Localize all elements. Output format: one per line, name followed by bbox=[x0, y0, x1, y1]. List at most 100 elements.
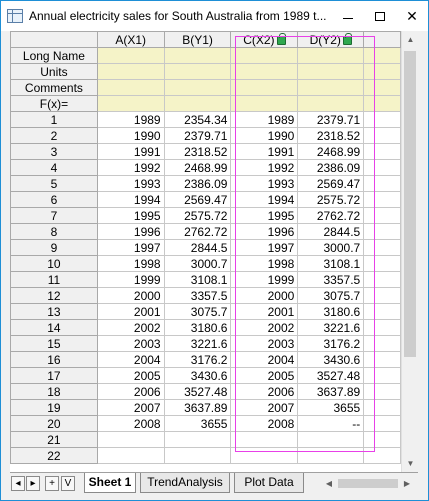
row-number[interactable]: 3 bbox=[10, 143, 98, 160]
label-cell[interactable] bbox=[363, 79, 401, 96]
row-number[interactable]: 7 bbox=[10, 207, 98, 224]
data-cell[interactable]: 2006 bbox=[230, 383, 299, 400]
data-cell[interactable]: 3655 bbox=[297, 399, 365, 416]
data-cell[interactable] bbox=[363, 383, 401, 400]
data-cell[interactable]: 2000 bbox=[230, 287, 299, 304]
corner-cell[interactable] bbox=[10, 31, 98, 48]
row-number[interactable]: 5 bbox=[10, 175, 98, 192]
data-cell[interactable]: 1996 bbox=[230, 223, 299, 240]
resize-grip[interactable] bbox=[418, 472, 428, 494]
column-header-a[interactable]: A(X1) bbox=[96, 31, 165, 48]
close-button[interactable]: ✕ bbox=[396, 1, 428, 31]
data-cell[interactable]: 3108.1 bbox=[297, 255, 365, 272]
data-cell[interactable] bbox=[363, 175, 401, 192]
label-cell[interactable] bbox=[230, 95, 299, 112]
label-cell[interactable] bbox=[230, 63, 299, 80]
data-cell[interactable]: 3075.7 bbox=[297, 287, 365, 304]
label-cell[interactable] bbox=[163, 95, 232, 112]
data-cell[interactable]: 1994 bbox=[96, 191, 165, 208]
data-cell[interactable]: 2379.71 bbox=[163, 127, 232, 144]
data-cell[interactable]: 1996 bbox=[96, 223, 165, 240]
label-cell[interactable] bbox=[163, 63, 232, 80]
data-cell[interactable]: 3655 bbox=[163, 415, 232, 432]
data-cell[interactable] bbox=[230, 447, 299, 464]
data-cell[interactable]: 1989 bbox=[230, 111, 299, 128]
data-cell[interactable]: 2318.52 bbox=[163, 143, 232, 160]
data-cell[interactable]: 3527.48 bbox=[297, 367, 365, 384]
data-cell[interactable]: 3176.2 bbox=[163, 351, 232, 368]
data-cell[interactable]: 3221.6 bbox=[163, 335, 232, 352]
vertical-scrollbar[interactable]: ▲ ▼ bbox=[401, 31, 418, 472]
label-cell[interactable] bbox=[297, 47, 365, 64]
data-cell[interactable]: 2003 bbox=[230, 335, 299, 352]
data-cell[interactable]: 1992 bbox=[96, 159, 165, 176]
label-cell[interactable] bbox=[363, 47, 401, 64]
data-cell[interactable]: 1997 bbox=[96, 239, 165, 256]
row-number[interactable]: 20 bbox=[10, 415, 98, 432]
worksheet-grid[interactable]: A(X1) B(Y1) C(X2) D(Y2) Long Name Units Co… bbox=[10, 31, 401, 472]
data-cell[interactable]: 2318.52 bbox=[297, 127, 365, 144]
row-number[interactable]: 22 bbox=[10, 447, 98, 464]
label-cell[interactable] bbox=[163, 47, 232, 64]
label-cell[interactable] bbox=[230, 47, 299, 64]
data-cell[interactable]: 2007 bbox=[230, 399, 299, 416]
data-cell[interactable]: 2000 bbox=[96, 287, 165, 304]
data-cell[interactable]: 2008 bbox=[230, 415, 299, 432]
row-number[interactable]: 6 bbox=[10, 191, 98, 208]
data-cell[interactable]: 2004 bbox=[96, 351, 165, 368]
data-cell[interactable]: 2005 bbox=[230, 367, 299, 384]
label-cell[interactable] bbox=[230, 79, 299, 96]
scroll-left-icon[interactable]: ◀ bbox=[322, 476, 336, 491]
column-header-b[interactable]: B(Y1) bbox=[163, 31, 232, 48]
data-cell[interactable] bbox=[363, 111, 401, 128]
data-cell[interactable]: 3180.6 bbox=[163, 319, 232, 336]
data-cell[interactable]: 2575.72 bbox=[163, 207, 232, 224]
scroll-right-icon[interactable]: ▶ bbox=[400, 476, 414, 491]
tab-plot-data[interactable]: Plot Data bbox=[234, 473, 304, 493]
data-cell[interactable]: 2569.47 bbox=[163, 191, 232, 208]
data-cell[interactable]: 1989 bbox=[96, 111, 165, 128]
data-cell[interactable]: 1990 bbox=[230, 127, 299, 144]
scroll-up-icon[interactable]: ▲ bbox=[402, 31, 419, 48]
data-cell[interactable]: 2569.47 bbox=[297, 175, 365, 192]
data-cell[interactable]: 3075.7 bbox=[163, 303, 232, 320]
data-cell[interactable] bbox=[297, 447, 365, 464]
horizontal-scroll-thumb[interactable] bbox=[338, 479, 398, 488]
data-cell[interactable]: 3000.7 bbox=[297, 239, 365, 256]
data-cell[interactable]: 2006 bbox=[96, 383, 165, 400]
data-cell[interactable]: 2003 bbox=[96, 335, 165, 352]
data-cell[interactable] bbox=[96, 447, 165, 464]
data-cell[interactable] bbox=[363, 127, 401, 144]
data-cell[interactable]: 1991 bbox=[230, 143, 299, 160]
vertical-scroll-thumb[interactable] bbox=[404, 51, 416, 357]
scroll-down-icon[interactable]: ▼ bbox=[402, 455, 419, 472]
row-number[interactable]: 16 bbox=[10, 351, 98, 368]
label-cell[interactable] bbox=[96, 79, 165, 96]
row-number[interactable]: 14 bbox=[10, 319, 98, 336]
sheet-menu-button[interactable]: V bbox=[61, 476, 75, 491]
column-header-d[interactable]: D(Y2) bbox=[297, 31, 365, 48]
tab-trend-analysis[interactable]: TrendAnalysis bbox=[140, 473, 230, 493]
data-cell[interactable]: 1999 bbox=[230, 271, 299, 288]
row-number[interactable]: 17 bbox=[10, 367, 98, 384]
row-number[interactable]: 8 bbox=[10, 223, 98, 240]
label-row-header[interactable]: Units bbox=[10, 63, 98, 80]
data-cell[interactable] bbox=[363, 335, 401, 352]
minimize-button[interactable] bbox=[332, 1, 364, 31]
data-cell[interactable]: 2007 bbox=[96, 399, 165, 416]
data-cell[interactable]: 2468.99 bbox=[297, 143, 365, 160]
data-cell[interactable] bbox=[363, 159, 401, 176]
data-cell[interactable] bbox=[363, 207, 401, 224]
label-cell[interactable] bbox=[96, 63, 165, 80]
data-cell[interactable]: 1995 bbox=[230, 207, 299, 224]
tab-nav-prev-button[interactable]: ◂ bbox=[11, 476, 25, 491]
data-cell[interactable] bbox=[363, 303, 401, 320]
label-row-header[interactable]: F(x)= bbox=[10, 95, 98, 112]
data-cell[interactable] bbox=[96, 431, 165, 448]
data-cell[interactable]: 1991 bbox=[96, 143, 165, 160]
label-cell[interactable] bbox=[297, 95, 365, 112]
data-cell[interactable] bbox=[363, 431, 401, 448]
row-number[interactable]: 2 bbox=[10, 127, 98, 144]
data-cell[interactable]: 1998 bbox=[96, 255, 165, 272]
data-cell[interactable]: 3527.48 bbox=[163, 383, 232, 400]
